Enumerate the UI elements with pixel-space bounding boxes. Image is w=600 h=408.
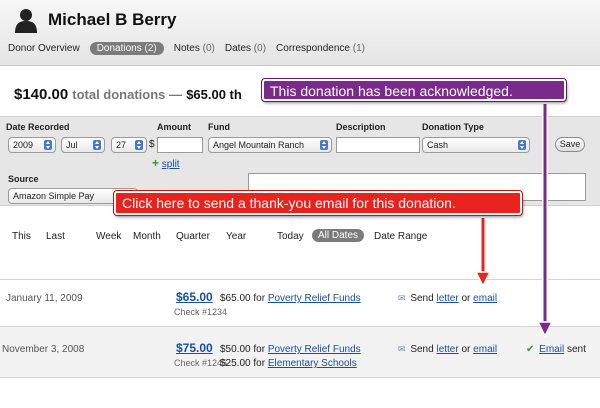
tab-correspondence[interactable]: Correspondence (1) bbox=[276, 43, 365, 54]
donation-date: January 11, 2009 bbox=[6, 293, 83, 304]
tab-count: (0) bbox=[202, 43, 215, 54]
donor-header: Michael B Berry Donor Overview Donations… bbox=[0, 0, 600, 66]
select-arrows-icon bbox=[320, 140, 328, 150]
checkmark-icon: ✔ bbox=[526, 344, 535, 355]
sent-email-link[interactable]: Email bbox=[539, 344, 564, 355]
acknowledged-amount: $65.00 th bbox=[186, 87, 242, 102]
description-input[interactable] bbox=[336, 137, 420, 153]
filter-quarter[interactable]: Quarter bbox=[176, 231, 210, 242]
source-label: Source bbox=[8, 174, 39, 184]
allocation-amount: $25.00 bbox=[220, 358, 251, 369]
envelope-icon: ✉ bbox=[398, 293, 406, 303]
save-button[interactable]: Save bbox=[555, 137, 585, 152]
description-label: Description bbox=[336, 122, 386, 132]
fund-allocation: $50.00 for Poverty Relief Funds bbox=[220, 344, 361, 355]
donor-name: Michael B Berry bbox=[48, 10, 177, 29]
source-value: Amazon Simple Pay bbox=[13, 191, 95, 201]
tab-count: (0) bbox=[253, 43, 267, 54]
tab-label: Donations bbox=[96, 43, 142, 54]
date-recorded-label: Date Recorded bbox=[6, 122, 70, 132]
filter-year[interactable]: Year bbox=[226, 231, 246, 242]
fund-select[interactable]: Angel Mountain Ranch bbox=[208, 137, 332, 153]
tab-donor-overview[interactable]: Donor Overview bbox=[8, 43, 80, 54]
donor-tabs: Donor Overview Donations (2) Notes (0) D… bbox=[8, 42, 375, 55]
allocation-for: for bbox=[253, 293, 266, 304]
send-email-link[interactable]: email bbox=[473, 293, 497, 304]
day-select[interactable]: 27 bbox=[111, 137, 147, 153]
row-divider bbox=[0, 377, 600, 378]
allocation-for: for bbox=[253, 358, 266, 369]
filter-all-dates[interactable]: All Dates bbox=[312, 229, 365, 242]
period-filter-bar: This Last Week Month Quarter Year Today … bbox=[0, 226, 600, 248]
send-label: Send bbox=[410, 344, 434, 355]
amount-label: Amount bbox=[157, 122, 191, 132]
currency-symbol: $ bbox=[149, 139, 155, 150]
fund-value: Angel Mountain Ranch bbox=[213, 140, 305, 150]
split-link[interactable]: + split bbox=[152, 156, 180, 170]
acknowledgement-status: ✔ Email sent bbox=[526, 344, 586, 355]
envelope-icon: ✉ bbox=[398, 344, 406, 354]
send-letter-link[interactable]: letter bbox=[436, 293, 458, 304]
donation-type-value: Cash bbox=[427, 140, 449, 150]
filter-date-range[interactable]: Date Range bbox=[374, 231, 427, 242]
select-arrows-icon bbox=[44, 140, 52, 150]
fund-label: Fund bbox=[208, 122, 230, 132]
tab-label: Correspondence bbox=[276, 43, 350, 54]
acknowledge-actions: ✉ Send letter or email bbox=[398, 344, 497, 355]
donation-type-select[interactable]: Cash bbox=[422, 137, 530, 153]
tab-count: (1) bbox=[352, 43, 365, 54]
filter-this[interactable]: This bbox=[12, 231, 31, 242]
filter-today[interactable]: Today bbox=[277, 231, 304, 242]
year-value: 2009 bbox=[13, 140, 34, 150]
tab-label: Notes bbox=[173, 43, 200, 54]
donation-amount[interactable]: $65.00 bbox=[176, 290, 213, 304]
month-select[interactable]: Jul bbox=[61, 137, 105, 153]
filter-month[interactable]: Month bbox=[133, 231, 161, 242]
check-number: Check #1234 bbox=[174, 307, 228, 317]
total-label: total donations — bbox=[72, 87, 183, 102]
thank-you-email-callout: Click here to send a thank-you email for… bbox=[113, 190, 523, 216]
total-amount: $140.00 bbox=[14, 86, 69, 103]
allocation-amount: $50.00 bbox=[220, 344, 251, 355]
tab-count: (2) bbox=[144, 43, 157, 54]
select-arrows-icon bbox=[518, 140, 526, 150]
month-value: Jul bbox=[66, 140, 78, 150]
or-label: or bbox=[461, 293, 471, 304]
fund-allocation: $65.00 for Poverty Relief Funds bbox=[220, 293, 361, 304]
send-label: Send bbox=[410, 293, 434, 304]
filter-week[interactable]: Week bbox=[96, 231, 121, 242]
donation-date: November 3, 2008 bbox=[2, 344, 85, 355]
tab-donations[interactable]: Donations (2) bbox=[89, 42, 164, 55]
filter-last[interactable]: Last bbox=[46, 231, 65, 242]
acknowledged-callout: This donation has been acknowledged. bbox=[261, 78, 567, 102]
fund-link[interactable]: Poverty Relief Funds bbox=[268, 293, 361, 304]
send-letter-link[interactable]: letter bbox=[436, 344, 458, 355]
select-arrows-icon bbox=[93, 140, 101, 150]
table-row: November 3, 2008 $75.00 Check #1245 $50.… bbox=[0, 327, 600, 377]
fund-allocation: $25.00 for Elementary Schools bbox=[220, 358, 357, 369]
fund-link[interactable]: Elementary Schools bbox=[268, 358, 357, 369]
allocation-amount: $65.00 bbox=[220, 293, 251, 304]
or-label: or bbox=[461, 344, 471, 355]
donation-amount[interactable]: $75.00 bbox=[176, 341, 213, 355]
sent-label: sent bbox=[566, 344, 586, 355]
tab-dates[interactable]: Dates (0) bbox=[225, 43, 266, 54]
year-select[interactable]: 2009 bbox=[8, 137, 56, 153]
amount-input[interactable] bbox=[157, 137, 203, 153]
donation-summary: $140.00 total donations — $65.00 th bbox=[14, 86, 242, 103]
send-email-link[interactable]: email bbox=[473, 344, 497, 355]
select-arrows-icon bbox=[135, 140, 143, 150]
tab-label: Donor Overview bbox=[8, 43, 80, 54]
acknowledge-actions: ✉ Send letter or email bbox=[398, 293, 497, 304]
donation-type-label: Donation Type bbox=[422, 122, 484, 132]
day-value: 27 bbox=[116, 140, 127, 150]
fund-link[interactable]: Poverty Relief Funds bbox=[268, 344, 361, 355]
tab-notes[interactable]: Notes (0) bbox=[174, 43, 215, 54]
split-label[interactable]: split bbox=[162, 159, 180, 170]
allocation-for: for bbox=[253, 344, 266, 355]
table-row: January 11, 2009 $65.00 Check #1234 $65.… bbox=[0, 280, 600, 326]
person-icon bbox=[15, 9, 37, 33]
tab-label: Dates bbox=[224, 43, 252, 54]
plus-icon: + bbox=[152, 156, 160, 170]
